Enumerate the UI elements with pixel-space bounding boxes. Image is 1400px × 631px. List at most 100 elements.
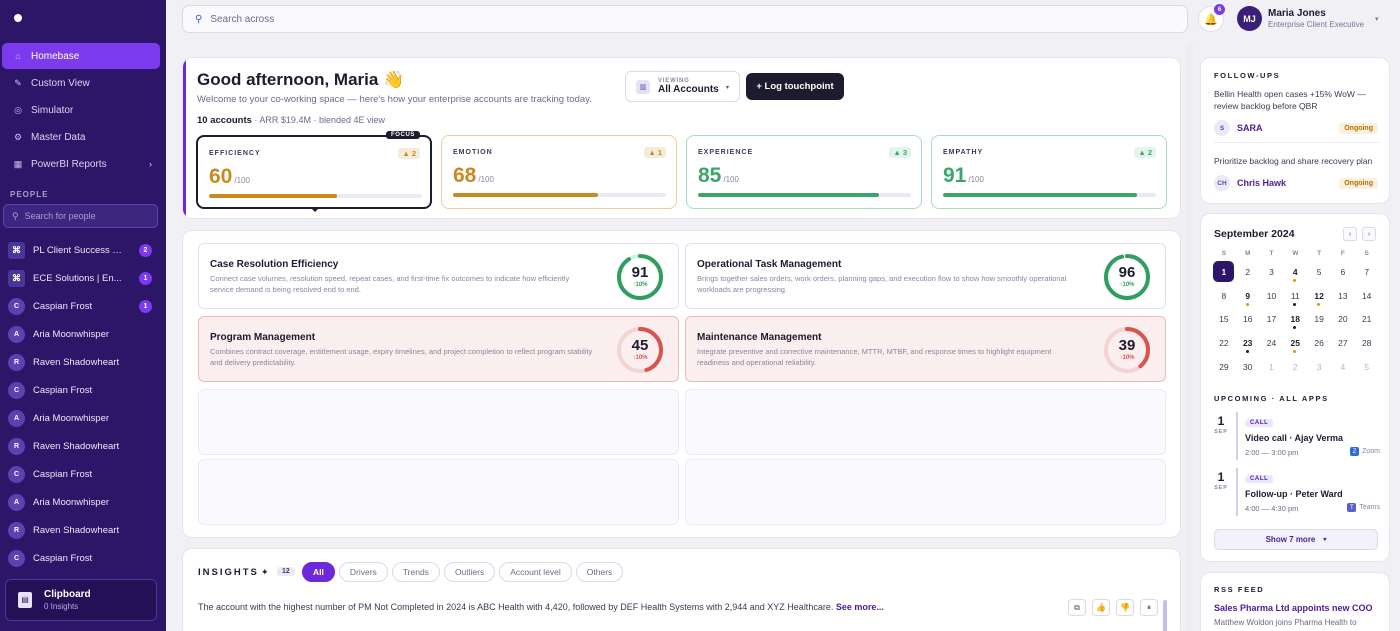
calendar-day[interactable]: 14 <box>1355 284 1379 308</box>
kpi-card-emotion[interactable]: EMOTION ▲ 1 68/100 <box>441 135 677 209</box>
sidebar-item-master-data[interactable]: ⚙ Master Data <box>2 124 160 150</box>
user-menu[interactable]: MJ Maria Jones Enterprise Client Executi… <box>1237 6 1379 31</box>
see-more-link[interactable]: See more... <box>836 602 884 612</box>
calendar-day[interactable]: 26 <box>1307 331 1331 355</box>
calendar-day[interactable]: 8 <box>1212 284 1236 308</box>
calendar-next-button[interactable]: › <box>1362 227 1376 241</box>
calendar-day[interactable]: 20 <box>1331 308 1355 332</box>
calendar-day[interactable]: 30 <box>1236 355 1260 379</box>
calendar-day[interactable]: 29 <box>1212 355 1236 379</box>
avatar: MJ <box>1237 6 1262 31</box>
people-list-item[interactable]: A Aria Moonwhisper <box>0 488 166 516</box>
people-list-item[interactable]: R Raven Shadowheart <box>0 516 166 544</box>
weekday-label: S <box>1364 250 1369 257</box>
rss-headline[interactable]: Sales Pharma Ltd appoints new COO <box>1214 603 1373 613</box>
log-touchpoint-button[interactable]: + Log touchpoint <box>746 73 844 100</box>
people-list-item[interactable]: R Raven Shadowheart <box>0 432 166 460</box>
sidebar-item-homebase[interactable]: ⌂ Homebase <box>2 43 160 69</box>
people-heading: PEOPLE <box>10 190 49 199</box>
filter-chip-others[interactable]: Others <box>575 562 624 582</box>
day-number: 25 <box>1290 338 1301 349</box>
filter-chip-outliers[interactable]: Outliers <box>443 562 496 582</box>
viewing-selector[interactable]: ▥ VIEWING All Accounts ▾ <box>625 71 740 102</box>
calendar-day[interactable]: 2 <box>1283 355 1307 379</box>
notifications-button[interactable]: 🔔 6 <box>1198 4 1225 32</box>
calendar-day[interactable]: 12 <box>1307 284 1331 308</box>
app-logo[interactable] <box>14 14 22 22</box>
global-search-input[interactable]: ⚲ Search across <box>182 5 1188 33</box>
calendar-day[interactable]: 13 <box>1331 284 1355 308</box>
calendar-day[interactable]: 23 <box>1236 331 1260 355</box>
thumbs-up-button[interactable]: 👍 <box>1092 599 1110 616</box>
filter-chip-trends[interactable]: Trends <box>391 562 440 582</box>
sidebar-item-custom-view[interactable]: ✎ Custom View <box>2 70 160 96</box>
upcoming-event[interactable]: 1 SEP CALL Video call · Ajay Verma 2:00 — 3:… <box>1212 412 1382 460</box>
filter-chip-drivers[interactable]: Drivers <box>338 562 388 582</box>
people-list-item[interactable]: C Caspian Frost 1 <box>0 292 166 320</box>
calendar-day[interactable]: 22 <box>1212 331 1236 355</box>
metric-card-operational-task-management[interactable]: Operational Task Management Brings togeth… <box>685 243 1166 309</box>
thumbs-down-button[interactable]: 👎 <box>1116 599 1134 616</box>
calendar-day[interactable]: 15 <box>1212 308 1236 332</box>
metric-card-case-resolution-efficiency[interactable]: Case Resolution Efficiency Connect case v… <box>198 243 679 309</box>
pause-button[interactable]: ⏸ <box>1140 599 1158 616</box>
filter-chip-account-level[interactable]: Account level <box>499 562 572 582</box>
insights-scrollbar[interactable] <box>1163 600 1167 631</box>
clipboard-panel[interactable]: ▤ Clipboard 0 Insights <box>5 579 157 621</box>
calendar-day[interactable]: 7 <box>1355 260 1379 284</box>
calendar-day[interactable]: 1 <box>1260 355 1284 379</box>
calendar-day[interactable]: 21 <box>1355 308 1379 332</box>
status-badge: Ongoing <box>1339 123 1378 134</box>
calendar-day[interactable]: 16 <box>1236 308 1260 332</box>
metric-card-program-management[interactable]: Program Management Combines contract cove… <box>198 316 679 382</box>
sidebar-item-simulator[interactable]: ◎ Simulator <box>2 97 160 123</box>
metric-card-title: Case Resolution Efficiency <box>210 259 339 270</box>
metric-card-maintenance-management[interactable]: Maintenance Management Integrate preventi… <box>685 316 1166 382</box>
main-scrollbar[interactable] <box>1187 43 1193 631</box>
calendar-day[interactable]: 17 <box>1260 308 1284 332</box>
kpi-card-empathy[interactable]: EMPATHY ▲ 2 91/100 <box>931 135 1167 209</box>
calendar-day[interactable]: 3 <box>1260 260 1284 284</box>
calendar-prev-button[interactable]: ‹ <box>1343 227 1357 241</box>
people-list-item[interactable]: A Aria Moonwhisper <box>0 320 166 348</box>
filter-chip-all[interactable]: All <box>302 562 335 582</box>
calendar-day[interactable]: 3 <box>1307 355 1331 379</box>
upcoming-event[interactable]: 1 SEP CALL Follow-up · Peter Ward 4:00 — 4:3… <box>1212 468 1382 516</box>
people-list-item[interactable]: C Caspian Frost <box>0 544 166 572</box>
kpi-card-experience[interactable]: EXPERIENCE ▲ 3 85/100 <box>686 135 922 209</box>
calendar-day[interactable]: 19 <box>1307 308 1331 332</box>
kpi-denominator: /100 <box>723 175 739 184</box>
calendar-day[interactable]: 25 <box>1283 331 1307 355</box>
kpi-card-efficiency[interactable]: FOCUS EFFICIENCY ▲ 2 60/100 <box>196 131 432 212</box>
calendar-day[interactable]: 11 <box>1283 284 1307 308</box>
people-list-item[interactable]: ⌘ ECE Solutions | En... 1 <box>0 264 166 292</box>
calendar-day[interactable]: 18 <box>1283 308 1307 332</box>
calendar-day[interactable]: 28 <box>1355 331 1379 355</box>
calendar-day[interactable]: 27 <box>1331 331 1355 355</box>
sidebar-item-powerbi-reports[interactable]: ▦ PowerBI Reports › <box>2 151 160 177</box>
show-more-button[interactable]: Show 7 more ▾ <box>1214 529 1378 550</box>
calendar-day-today[interactable]: 1 <box>1212 260 1236 284</box>
scrollbar-thumb[interactable] <box>1187 43 1193 631</box>
follow-up-assignee[interactable]: CH Chris Hawk <box>1214 175 1286 191</box>
people-list-item[interactable]: C Caspian Frost <box>0 460 166 488</box>
follow-up-assignee[interactable]: S SARA <box>1214 120 1263 136</box>
calendar-day[interactable]: 4 <box>1331 355 1355 379</box>
calendar-day[interactable]: 9 <box>1236 284 1260 308</box>
people-list-item[interactable]: A Aria Moonwhisper <box>0 404 166 432</box>
people-search-input[interactable]: ⚲ Search for people <box>3 204 158 228</box>
people-list-item[interactable]: ⌘ PL Client Success So... 2 <box>0 236 166 264</box>
sidebar-nav: ⌂ Homebase ✎ Custom View ◎ Simulator ⚙ Master D… <box>2 43 160 178</box>
calendar-day[interactable]: 24 <box>1260 331 1284 355</box>
calendar-day[interactable]: 6 <box>1331 260 1355 284</box>
calendar-day[interactable]: 5 <box>1355 355 1379 379</box>
copy-icon: ⧉ <box>1074 602 1080 612</box>
calendar-day[interactable]: 2 <box>1236 260 1260 284</box>
copy-button[interactable]: ⧉ <box>1068 599 1086 616</box>
calendar-day[interactable]: 10 <box>1260 284 1284 308</box>
people-list-item[interactable]: R Raven Shadowheart <box>0 348 166 376</box>
chevron-right-icon: › <box>149 159 152 169</box>
calendar-day[interactable]: 5 <box>1307 260 1331 284</box>
calendar-day[interactable]: 4 <box>1283 260 1307 284</box>
people-list-item[interactable]: C Caspian Frost <box>0 376 166 404</box>
